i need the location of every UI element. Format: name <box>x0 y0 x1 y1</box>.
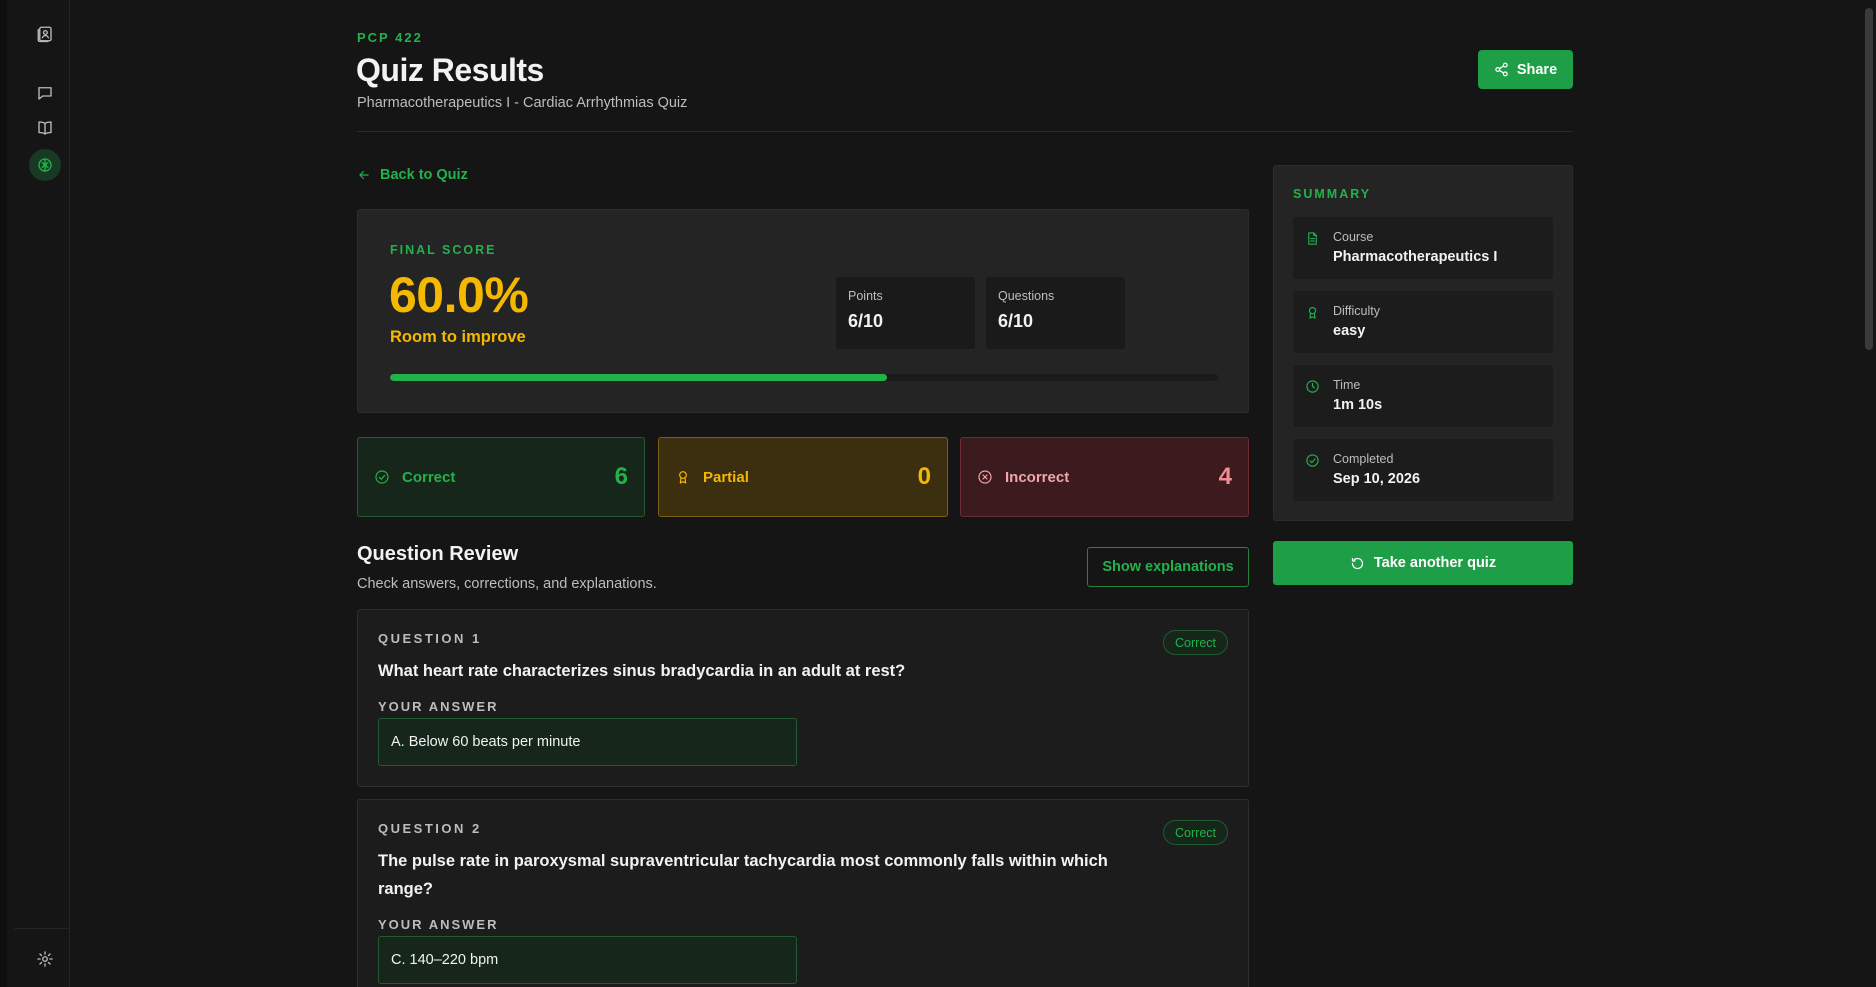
document-icon <box>1305 231 1320 246</box>
incorrect-count-tile: Incorrect 4 <box>960 437 1249 517</box>
incorrect-label: Incorrect <box>1005 468 1070 486</box>
show-explanations-button[interactable]: Show explanations <box>1087 547 1249 587</box>
summary-item-label: Completed <box>1333 452 1394 466</box>
summary-label: SUMMARY <box>1293 187 1372 201</box>
final-score-value: 60.0% <box>389 267 529 323</box>
brain-icon[interactable] <box>29 149 61 181</box>
summary-panel: SUMMARY Course Pharmacotherapeutics I Di… <box>1273 165 1573 521</box>
scrollbar-thumb[interactable] <box>1865 8 1873 350</box>
your-answer-value: C. 140–220 bpm <box>378 936 797 984</box>
points-value: 6/10 <box>848 311 884 331</box>
points-stat: Points 6/10 <box>836 277 975 349</box>
status-badge: Correct <box>1163 630 1228 655</box>
correct-count: 6 <box>614 463 628 490</box>
check-circle-icon <box>1305 453 1320 468</box>
summary-item-difficulty: Difficulty easy <box>1293 291 1553 353</box>
correct-count-tile: Correct 6 <box>357 437 645 517</box>
score-progress-fill <box>390 374 887 381</box>
your-answer-label: YOUR ANSWER <box>378 699 499 714</box>
course-code: PCP 422 <box>357 30 423 45</box>
summary-item-time: Time 1m 10s <box>1293 365 1553 427</box>
share-button-label: Share <box>1516 61 1558 78</box>
arrow-left-icon <box>359 170 369 180</box>
sidebar <box>0 0 70 987</box>
share-icon <box>1495 62 1508 77</box>
sidebar-divider <box>14 928 69 929</box>
final-score-card: FINAL SCORE 60.0% Room to improve Points… <box>357 209 1249 413</box>
question-number: QUESTION 1 <box>378 631 482 646</box>
score-progress-bar <box>390 374 1218 381</box>
back-to-quiz-link[interactable]: Back to Quiz <box>357 167 468 183</box>
award-icon <box>675 469 691 485</box>
correct-label: Correct <box>402 468 456 486</box>
final-score-label: FINAL SCORE <box>390 243 497 257</box>
points-label: Points <box>848 289 883 303</box>
take-another-quiz-label: Take another quiz <box>1373 555 1497 571</box>
scrollbar[interactable] <box>1862 0 1876 987</box>
summary-item-label: Course <box>1333 230 1374 244</box>
partial-label: Partial <box>703 468 749 486</box>
questions-label: Questions <box>998 289 1055 303</box>
partial-count-tile: Partial 0 <box>658 437 948 517</box>
summary-item-value: easy <box>1333 323 1366 339</box>
incorrect-count: 4 <box>1218 463 1232 490</box>
book-icon[interactable] <box>29 112 61 144</box>
question-card: QUESTION 1 Correct What heart rate chara… <box>357 609 1249 787</box>
summary-item-value: Sep 10, 2026 <box>1333 471 1421 487</box>
summary-item-label: Time <box>1333 378 1361 392</box>
clock-icon <box>1305 379 1320 394</box>
page-subtitle: Pharmacotherapeutics I - Cardiac Arrhyth… <box>357 95 688 111</box>
summary-item-value: 1m 10s <box>1333 397 1383 413</box>
summary-item-value: Pharmacotherapeutics I <box>1333 249 1498 265</box>
award-icon <box>1305 305 1320 320</box>
share-button[interactable]: Share <box>1478 50 1573 89</box>
questions-value: 6/10 <box>998 311 1034 331</box>
summary-item-completed: Completed Sep 10, 2026 <box>1293 439 1553 501</box>
refresh-icon <box>1351 557 1363 569</box>
check-circle-icon <box>374 469 390 485</box>
question-text: What heart rate characterizes sinus brad… <box>378 662 906 680</box>
question-review-title: Question Review <box>357 543 519 565</box>
app-logo-icon[interactable] <box>29 18 61 50</box>
take-another-quiz-button[interactable]: Take another quiz <box>1273 541 1573 585</box>
chat-icon[interactable] <box>29 77 61 109</box>
question-review-subtitle: Check answers, corrections, and explanat… <box>357 576 657 592</box>
partial-count: 0 <box>917 463 931 490</box>
summary-item-course: Course Pharmacotherapeutics I <box>1293 217 1553 279</box>
question-number: QUESTION 2 <box>378 821 482 836</box>
summary-item-label: Difficulty <box>1333 304 1381 318</box>
page-title: Quiz Results <box>356 52 544 88</box>
question-text: The pulse rate in paroxysmal supraventri… <box>378 852 1108 898</box>
gear-icon[interactable] <box>29 943 61 975</box>
question-card: QUESTION 2 Correct The pulse rate in par… <box>357 799 1249 987</box>
your-answer-label: YOUR ANSWER <box>378 917 499 932</box>
back-link-label: Back to Quiz <box>380 167 468 183</box>
header-divider <box>357 131 1573 132</box>
score-remark: Room to improve <box>390 328 526 346</box>
your-answer-value: A. Below 60 beats per minute <box>378 718 797 766</box>
status-badge: Correct <box>1163 820 1228 845</box>
questions-stat: Questions 6/10 <box>986 277 1125 349</box>
x-circle-icon <box>977 469 993 485</box>
